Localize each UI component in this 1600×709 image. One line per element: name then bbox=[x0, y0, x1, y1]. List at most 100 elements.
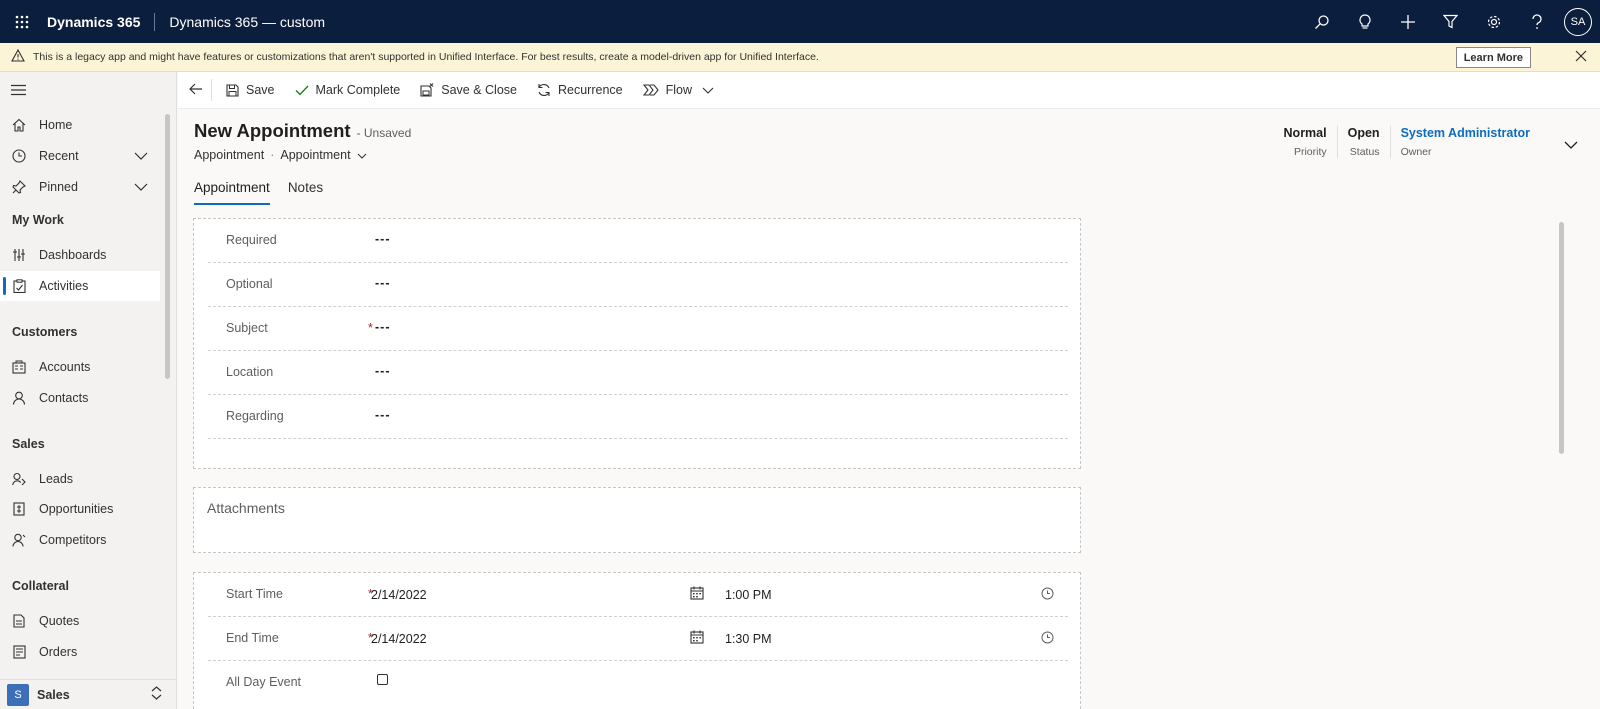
required-attendees-input[interactable]: --- bbox=[375, 232, 391, 246]
recurrence-label: Recurrence bbox=[557, 83, 623, 97]
sidebar-item-competitors[interactable]: Competitors bbox=[0, 525, 160, 555]
save-close-icon bbox=[420, 83, 434, 97]
calendar-icon[interactable] bbox=[690, 630, 704, 647]
general-section: Required --- Optional --- Subject * --- … bbox=[193, 218, 1081, 469]
warning-icon bbox=[11, 48, 25, 65]
subject-input[interactable]: --- bbox=[375, 320, 391, 334]
help-icon[interactable] bbox=[1515, 0, 1558, 43]
start-time-input[interactable]: 1:00 PM bbox=[725, 588, 772, 602]
location-input[interactable]: --- bbox=[375, 364, 391, 378]
person-icon bbox=[11, 391, 27, 405]
all-day-checkbox[interactable] bbox=[377, 674, 388, 685]
sidebar-item-home[interactable]: Home bbox=[0, 110, 160, 140]
mark-complete-button[interactable]: Mark Complete bbox=[285, 72, 411, 109]
end-time-input[interactable]: 1:30 PM bbox=[725, 632, 772, 646]
waffle-icon[interactable] bbox=[0, 0, 43, 43]
area-switcher[interactable]: S Sales bbox=[0, 679, 176, 709]
sidebar-item-label: Accounts bbox=[39, 360, 91, 374]
clock-icon bbox=[11, 149, 27, 163]
owner-link[interactable]: System Administrator bbox=[1401, 126, 1530, 140]
sidebar-item-contacts[interactable]: Contacts bbox=[0, 383, 160, 413]
sidebar-item-accounts[interactable]: Accounts bbox=[0, 352, 160, 382]
leads-icon bbox=[11, 472, 27, 486]
app-name[interactable]: Dynamics 365 — custom bbox=[169, 14, 325, 30]
tab-notes[interactable]: Notes bbox=[288, 180, 323, 205]
sidebar-scrollbar[interactable] bbox=[165, 114, 170, 379]
chevron-down-icon bbox=[702, 83, 714, 97]
brand-name[interactable]: Dynamics 365 bbox=[47, 14, 140, 30]
attachments-title: Attachments bbox=[207, 500, 285, 516]
clock-icon[interactable] bbox=[1041, 631, 1054, 647]
attachments-section: Attachments bbox=[193, 487, 1081, 553]
owner-label: Owner bbox=[1400, 146, 1432, 158]
header-fields: Normal Priority Open Status System Admin… bbox=[1274, 126, 1540, 158]
form-scrollbar[interactable] bbox=[1559, 222, 1564, 454]
back-button[interactable] bbox=[180, 79, 212, 101]
search-icon[interactable] bbox=[1300, 0, 1343, 43]
area-icon: S bbox=[7, 683, 29, 706]
sidebar-item-activities[interactable]: Activities bbox=[0, 271, 160, 301]
chevron-down-icon bbox=[357, 153, 367, 159]
sidebar-item-leads[interactable]: Leads bbox=[0, 464, 160, 494]
calendar-icon[interactable] bbox=[690, 586, 704, 603]
field-label: End Time bbox=[226, 631, 279, 645]
legacy-app-banner: This is a legacy app and might have feat… bbox=[0, 43, 1600, 72]
mark-complete-label: Mark Complete bbox=[315, 83, 401, 97]
sidebar-item-label: Opportunities bbox=[39, 502, 114, 516]
field-row-optional: Optional --- bbox=[208, 263, 1068, 307]
plus-icon[interactable] bbox=[1386, 0, 1429, 43]
header-expand-chevron-icon[interactable] bbox=[1564, 136, 1578, 154]
save-and-close-button[interactable]: Save & Close bbox=[410, 72, 527, 109]
hamburger-menu-icon[interactable] bbox=[11, 83, 26, 101]
chevron-down-icon[interactable] bbox=[134, 180, 148, 194]
form-selector[interactable]: Appointment bbox=[280, 148, 367, 162]
field-row-subject: Subject * --- bbox=[208, 307, 1068, 351]
field-label: Subject bbox=[226, 321, 268, 335]
record-header: New Appointment - Unsaved Appointment · … bbox=[194, 120, 411, 162]
form-tabs: Appointment Notes bbox=[194, 180, 341, 205]
entity-name: Appointment bbox=[194, 148, 265, 162]
avatar[interactable]: SA bbox=[1564, 7, 1592, 36]
sidebar-item-orders[interactable]: Orders bbox=[0, 637, 160, 667]
area-label: Sales bbox=[37, 687, 70, 702]
sidebar-item-label: Contacts bbox=[39, 391, 89, 405]
start-date-input[interactable]: 2/14/2022 bbox=[371, 588, 427, 602]
sidebar-item-recent[interactable]: Recent bbox=[0, 141, 160, 171]
save-icon bbox=[226, 83, 239, 97]
regarding-input[interactable]: --- bbox=[375, 408, 391, 422]
close-icon[interactable] bbox=[1574, 49, 1588, 66]
command-bar: Save Mark Complete Save & Close Recurren… bbox=[178, 72, 1600, 109]
lightbulb-icon[interactable] bbox=[1343, 0, 1386, 43]
page-title: New Appointment bbox=[194, 120, 351, 141]
tab-appointment[interactable]: Appointment bbox=[194, 180, 270, 205]
sidebar-item-opportunities[interactable]: Opportunities bbox=[0, 494, 160, 524]
recurrence-icon bbox=[537, 83, 551, 97]
optional-attendees-input[interactable]: --- bbox=[375, 276, 391, 290]
sidebar-item-quotes[interactable]: Quotes bbox=[0, 606, 160, 636]
sidebar-item-dashboards[interactable]: Dashboards bbox=[0, 240, 160, 270]
chevron-down-icon[interactable] bbox=[134, 149, 148, 163]
end-date-input[interactable]: 2/14/2022 bbox=[371, 632, 427, 646]
sidebar-item-label: Orders bbox=[39, 645, 78, 659]
checkmark-icon bbox=[295, 85, 309, 96]
back-arrow-icon bbox=[188, 83, 203, 98]
banner-message: This is a legacy app and might have feat… bbox=[33, 51, 819, 63]
clock-icon[interactable] bbox=[1041, 587, 1054, 603]
field-row-start-time: Start Time * 2/14/2022 1:00 PM bbox=[208, 573, 1068, 617]
save-button[interactable]: Save bbox=[216, 72, 285, 109]
recurrence-button[interactable]: Recurrence bbox=[527, 72, 633, 109]
sidebar-item-pinned[interactable]: Pinned bbox=[0, 172, 160, 202]
opportunities-icon bbox=[11, 502, 27, 516]
group-heading-sales: Sales bbox=[12, 437, 45, 451]
competitors-icon bbox=[11, 533, 27, 547]
status-field: Open Status bbox=[1336, 126, 1390, 158]
status-label: Status bbox=[1349, 146, 1380, 158]
group-heading-my-work: My Work bbox=[12, 213, 64, 227]
top-navigation-bar: Dynamics 365 Dynamics 365 — custom SA bbox=[0, 0, 1600, 43]
learn-more-button[interactable]: Learn More bbox=[1455, 47, 1531, 68]
flow-label: Flow bbox=[665, 83, 693, 97]
gear-icon[interactable] bbox=[1472, 0, 1515, 43]
filter-icon[interactable] bbox=[1429, 0, 1472, 43]
flow-button[interactable]: Flow bbox=[633, 72, 724, 109]
field-label: Location bbox=[226, 365, 274, 379]
